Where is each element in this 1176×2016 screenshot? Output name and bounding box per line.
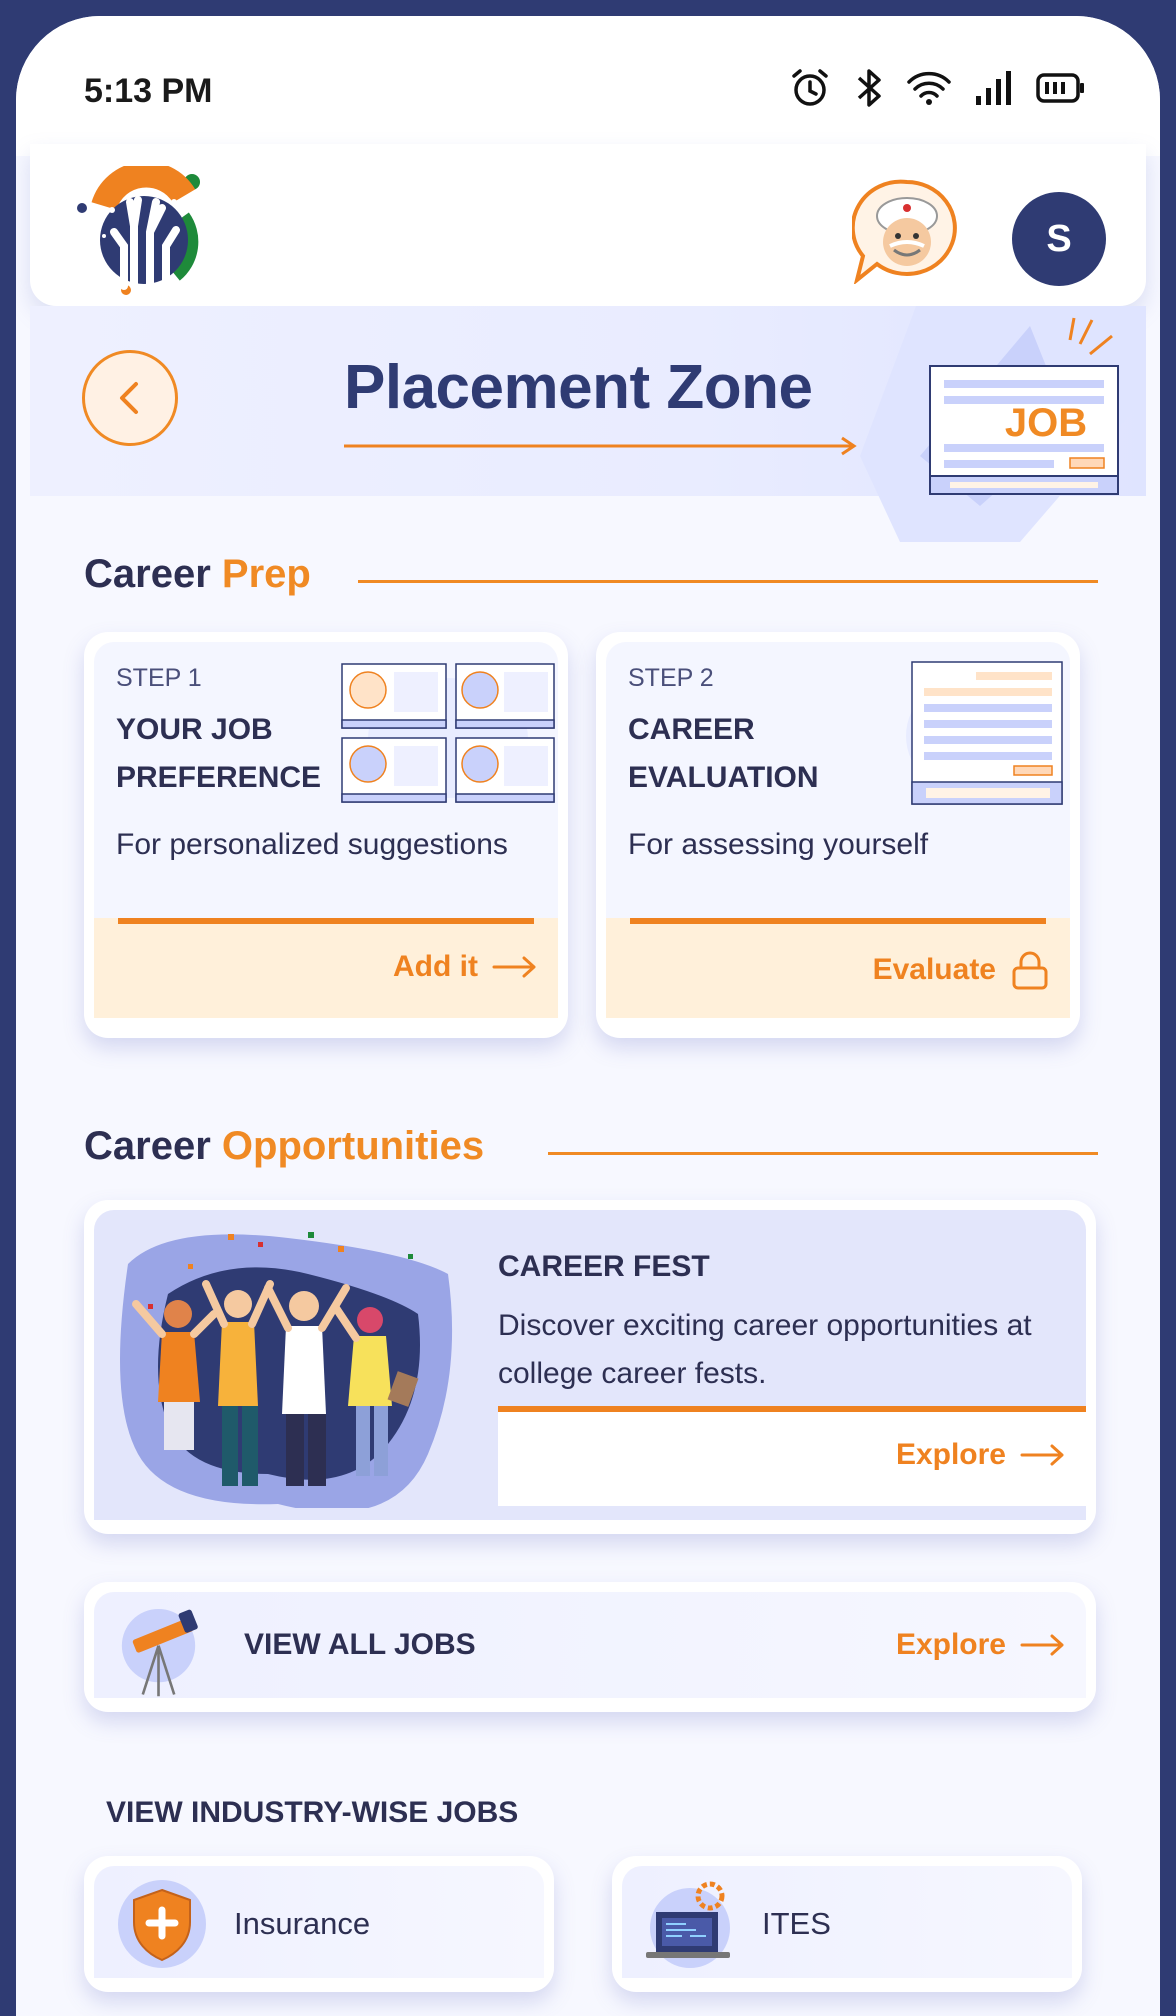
view-all-jobs-title: VIEW ALL JOBS bbox=[244, 1628, 476, 1661]
arrow-right-icon bbox=[1020, 1444, 1064, 1466]
career-prep-divider bbox=[358, 580, 1098, 583]
career-fest-footer: Explore bbox=[498, 1406, 1086, 1506]
add-it-label: Add it bbox=[393, 950, 478, 983]
page-title: Placement Zone bbox=[344, 353, 813, 422]
alarm-icon bbox=[792, 69, 828, 106]
step-footer: Evaluate bbox=[606, 918, 1070, 1018]
view-all-jobs-explore-button[interactable]: Explore bbox=[896, 1628, 1066, 1662]
chevron-left-icon bbox=[120, 382, 138, 414]
evaluate-button[interactable]: Evaluate bbox=[873, 950, 1050, 990]
back-button[interactable] bbox=[82, 350, 178, 446]
explore-label: Explore bbox=[895, 1438, 1006, 1471]
career-evaluation-illustration bbox=[906, 661, 1063, 805]
status-icons bbox=[788, 66, 1086, 110]
arrow-right-icon bbox=[1020, 1634, 1064, 1656]
career-fest-footer-bar bbox=[498, 1406, 1086, 1412]
career-opportunities-heading-main: Career bbox=[84, 1124, 211, 1168]
career-fest-card-body: CAREER FEST Discover exciting career opp… bbox=[94, 1210, 1086, 1520]
industry-card-body: Insurance bbox=[94, 1866, 544, 1978]
career-fest-illustration bbox=[120, 1232, 453, 1508]
step-title: YOUR JOB PREFERENCE bbox=[116, 713, 322, 794]
career-opportunities-heading-accent: Opportunities bbox=[221, 1124, 485, 1168]
career-evaluation-card-body: STEP 2 CAREER EVALUATION For assessing y… bbox=[606, 642, 1070, 1018]
career-fest-explore-button[interactable]: Explore bbox=[896, 1438, 1066, 1472]
career-opportunities-divider bbox=[548, 1152, 1098, 1155]
laptop-gear-icon bbox=[646, 1881, 730, 1968]
career-fest-card[interactable]: CAREER FEST Discover exciting career opp… bbox=[84, 1200, 1096, 1534]
bluetooth-icon bbox=[857, 69, 881, 107]
lock-icon bbox=[1012, 951, 1048, 990]
industry-label: ITES bbox=[762, 1906, 831, 1941]
industry-card-body: ITES bbox=[622, 1866, 1072, 1978]
status-bar: 5:13 PM bbox=[16, 16, 1160, 156]
app-logo[interactable] bbox=[74, 166, 210, 298]
industry-insurance-card[interactable]: Insurance bbox=[84, 1856, 554, 1992]
page-banner: JOB Placement Zone bbox=[30, 306, 1146, 542]
industry-label: Insurance bbox=[234, 1906, 371, 1941]
app-header: S bbox=[30, 144, 1146, 306]
wifi-icon bbox=[907, 71, 951, 105]
step-description: For assessing yourself bbox=[628, 828, 929, 861]
industry-ites-card[interactable]: ITES bbox=[612, 1856, 1082, 1992]
career-fest-description: Discover exciting career opportunities a… bbox=[498, 1309, 1032, 1390]
job-preference-card[interactable]: STEP 1 YOUR JOB PREFERENCE For personali… bbox=[84, 632, 568, 1038]
battery-icon bbox=[1036, 73, 1084, 103]
career-fest-title: CAREER FEST bbox=[498, 1250, 710, 1283]
career-prep-heading-main: Career bbox=[84, 552, 211, 596]
job-preference-card-body: STEP 1 YOUR JOB PREFERENCE For personali… bbox=[94, 642, 558, 1018]
insurance-shield-icon bbox=[118, 1880, 206, 1968]
step-label: STEP 2 bbox=[628, 664, 714, 692]
job-illustration-label: JOB bbox=[1005, 401, 1087, 445]
explore-label: Explore bbox=[895, 1628, 1006, 1661]
add-it-button[interactable]: Add it bbox=[393, 950, 538, 984]
telescope-icon bbox=[121, 1608, 198, 1697]
step-description: For personalized suggestions bbox=[116, 828, 508, 861]
job-illustration: JOB bbox=[860, 306, 1146, 542]
view-all-jobs-card-body: VIEW ALL JOBS Explore bbox=[94, 1592, 1086, 1698]
status-time: 5:13 PM bbox=[84, 72, 213, 110]
phone-screen: 5:13 PM S JOB Placement Zone Career Prep… bbox=[16, 16, 1160, 2016]
signal-icon bbox=[976, 71, 1011, 105]
career-evaluation-card[interactable]: STEP 2 CAREER EVALUATION For assessing y… bbox=[596, 632, 1080, 1038]
career-opportunities-heading: Career Opportunities bbox=[84, 1124, 484, 1169]
step-footer-bar bbox=[118, 918, 534, 924]
step-footer: Add it bbox=[94, 918, 558, 1018]
user-avatar[interactable]: S bbox=[1012, 192, 1106, 286]
step-footer-bar bbox=[630, 918, 1046, 924]
industry-wise-heading: VIEW INDUSTRY-WISE JOBS bbox=[106, 1796, 519, 1829]
title-underline-arrow bbox=[344, 436, 857, 456]
step-title: CAREER EVALUATION bbox=[628, 713, 819, 794]
mascot-assistant-icon[interactable] bbox=[852, 178, 962, 284]
view-all-jobs-card[interactable]: VIEW ALL JOBS Explore bbox=[84, 1582, 1096, 1712]
career-prep-heading: Career Prep bbox=[84, 552, 311, 597]
career-prep-heading-accent: Prep bbox=[221, 552, 311, 596]
step-label: STEP 1 bbox=[116, 664, 202, 692]
arrow-right-icon bbox=[492, 956, 536, 978]
evaluate-label: Evaluate bbox=[872, 953, 996, 986]
